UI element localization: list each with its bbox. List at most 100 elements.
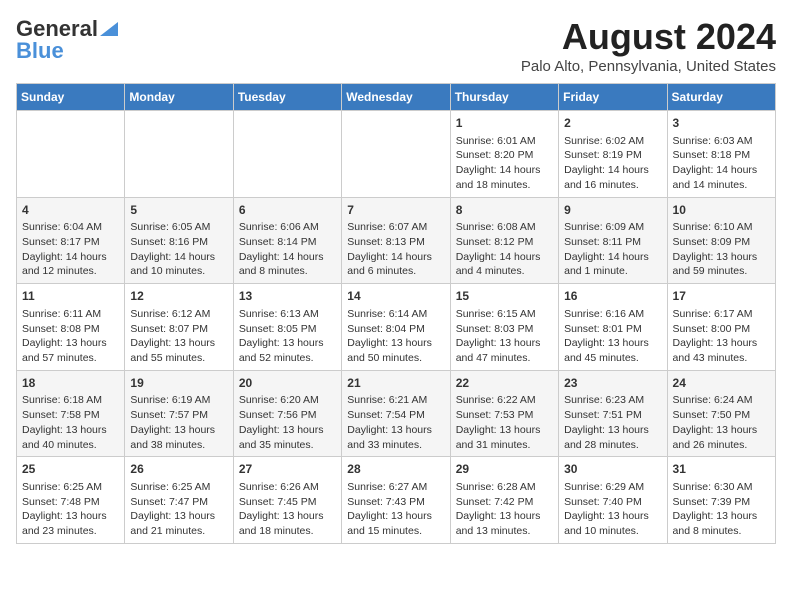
- cell-content-line: Daylight: 13 hours: [673, 423, 770, 438]
- calendar-cell: 26Sunrise: 6:25 AMSunset: 7:47 PMDayligh…: [125, 457, 233, 544]
- calendar-cell: [342, 111, 450, 198]
- cell-content-line: Sunrise: 6:12 AM: [130, 307, 227, 322]
- cell-content-line: Sunset: 8:07 PM: [130, 322, 227, 337]
- calendar-day-header: Wednesday: [342, 84, 450, 111]
- cell-content-line: Sunset: 7:45 PM: [239, 495, 336, 510]
- calendar-table: SundayMondayTuesdayWednesdayThursdayFrid…: [16, 83, 776, 544]
- day-number: 6: [239, 202, 336, 219]
- cell-content-line: Daylight: 13 hours: [456, 336, 553, 351]
- calendar-day-header: Saturday: [667, 84, 775, 111]
- calendar-day-header: Thursday: [450, 84, 558, 111]
- cell-content-line: Sunrise: 6:01 AM: [456, 134, 553, 149]
- cell-content-line: and 55 minutes.: [130, 351, 227, 366]
- cell-content-line: Sunset: 8:03 PM: [456, 322, 553, 337]
- cell-content-line: Daylight: 13 hours: [347, 509, 444, 524]
- cell-content-line: and 50 minutes.: [347, 351, 444, 366]
- cell-content-line: and 13 minutes.: [456, 524, 553, 539]
- cell-content-line: Sunset: 8:09 PM: [673, 235, 770, 250]
- calendar-cell: 11Sunrise: 6:11 AMSunset: 8:08 PMDayligh…: [17, 284, 125, 371]
- day-number: 3: [673, 115, 770, 132]
- cell-content-line: Sunrise: 6:25 AM: [130, 480, 227, 495]
- cell-content-line: and 47 minutes.: [456, 351, 553, 366]
- cell-content-line: Sunset: 8:00 PM: [673, 322, 770, 337]
- day-number: 20: [239, 375, 336, 392]
- cell-content-line: Sunset: 8:17 PM: [22, 235, 119, 250]
- cell-content-line: Daylight: 14 hours: [239, 250, 336, 265]
- cell-content-line: and 18 minutes.: [239, 524, 336, 539]
- day-number: 14: [347, 288, 444, 305]
- cell-content-line: Sunset: 7:54 PM: [347, 408, 444, 423]
- cell-content-line: and 57 minutes.: [22, 351, 119, 366]
- cell-content-line: Daylight: 13 hours: [564, 423, 661, 438]
- cell-content-line: Daylight: 13 hours: [22, 423, 119, 438]
- cell-content-line: and 18 minutes.: [456, 178, 553, 193]
- calendar-day-header: Sunday: [17, 84, 125, 111]
- cell-content-line: Sunset: 7:47 PM: [130, 495, 227, 510]
- cell-content-line: and 14 minutes.: [673, 178, 770, 193]
- cell-content-line: Daylight: 13 hours: [347, 423, 444, 438]
- day-number: 9: [564, 202, 661, 219]
- day-number: 10: [673, 202, 770, 219]
- cell-content-line: Sunrise: 6:14 AM: [347, 307, 444, 322]
- calendar-cell: 22Sunrise: 6:22 AMSunset: 7:53 PMDayligh…: [450, 370, 558, 457]
- calendar-day-header: Monday: [125, 84, 233, 111]
- calendar-cell: 7Sunrise: 6:07 AMSunset: 8:13 PMDaylight…: [342, 197, 450, 284]
- cell-content-line: and 8 minutes.: [239, 264, 336, 279]
- cell-content-line: Daylight: 13 hours: [239, 336, 336, 351]
- cell-content-line: Daylight: 13 hours: [456, 423, 553, 438]
- cell-content-line: and 31 minutes.: [456, 438, 553, 453]
- cell-content-line: Sunset: 8:08 PM: [22, 322, 119, 337]
- title-block: August 2024 Palo Alto, Pennsylvania, Uni…: [521, 16, 776, 75]
- cell-content-line: and 52 minutes.: [239, 351, 336, 366]
- cell-content-line: Sunset: 8:20 PM: [456, 148, 553, 163]
- day-number: 17: [673, 288, 770, 305]
- calendar-cell: 6Sunrise: 6:06 AMSunset: 8:14 PMDaylight…: [233, 197, 341, 284]
- cell-content-line: and 40 minutes.: [22, 438, 119, 453]
- day-number: 19: [130, 375, 227, 392]
- calendar-cell: 4Sunrise: 6:04 AMSunset: 8:17 PMDaylight…: [17, 197, 125, 284]
- cell-content-line: Sunrise: 6:22 AM: [456, 393, 553, 408]
- day-number: 7: [347, 202, 444, 219]
- cell-content-line: and 45 minutes.: [564, 351, 661, 366]
- cell-content-line: Sunrise: 6:26 AM: [239, 480, 336, 495]
- cell-content-line: and 35 minutes.: [239, 438, 336, 453]
- day-number: 15: [456, 288, 553, 305]
- calendar-week-row: 25Sunrise: 6:25 AMSunset: 7:48 PMDayligh…: [17, 457, 776, 544]
- day-number: 2: [564, 115, 661, 132]
- cell-content-line: Sunrise: 6:29 AM: [564, 480, 661, 495]
- cell-content-line: Sunrise: 6:03 AM: [673, 134, 770, 149]
- cell-content-line: Daylight: 13 hours: [130, 509, 227, 524]
- day-number: 5: [130, 202, 227, 219]
- cell-content-line: Sunset: 8:16 PM: [130, 235, 227, 250]
- cell-content-line: Sunrise: 6:23 AM: [564, 393, 661, 408]
- cell-content-line: and 8 minutes.: [673, 524, 770, 539]
- cell-content-line: and 43 minutes.: [673, 351, 770, 366]
- day-number: 4: [22, 202, 119, 219]
- calendar-cell: [233, 111, 341, 198]
- cell-content-line: and 1 minute.: [564, 264, 661, 279]
- cell-content-line: Sunset: 7:56 PM: [239, 408, 336, 423]
- cell-content-line: Sunrise: 6:16 AM: [564, 307, 661, 322]
- calendar-header-row: SundayMondayTuesdayWednesdayThursdayFrid…: [17, 84, 776, 111]
- cell-content-line: Sunset: 8:11 PM: [564, 235, 661, 250]
- cell-content-line: and 12 minutes.: [22, 264, 119, 279]
- logo-arrow-icon: [100, 18, 118, 41]
- cell-content-line: Daylight: 13 hours: [130, 423, 227, 438]
- calendar-cell: 19Sunrise: 6:19 AMSunset: 7:57 PMDayligh…: [125, 370, 233, 457]
- calendar-week-row: 18Sunrise: 6:18 AMSunset: 7:58 PMDayligh…: [17, 370, 776, 457]
- day-number: 1: [456, 115, 553, 132]
- cell-content-line: and 4 minutes.: [456, 264, 553, 279]
- cell-content-line: and 59 minutes.: [673, 264, 770, 279]
- calendar-cell: 23Sunrise: 6:23 AMSunset: 7:51 PMDayligh…: [559, 370, 667, 457]
- cell-content-line: Sunset: 8:14 PM: [239, 235, 336, 250]
- page-header: General Blue August 2024 Palo Alto, Penn…: [16, 16, 776, 75]
- cell-content-line: and 23 minutes.: [22, 524, 119, 539]
- logo-text-blue: Blue: [16, 38, 64, 64]
- calendar-cell: 12Sunrise: 6:12 AMSunset: 8:07 PMDayligh…: [125, 284, 233, 371]
- cell-content-line: Daylight: 14 hours: [673, 163, 770, 178]
- cell-content-line: Sunrise: 6:25 AM: [22, 480, 119, 495]
- cell-content-line: Daylight: 13 hours: [239, 509, 336, 524]
- calendar-cell: 29Sunrise: 6:28 AMSunset: 7:42 PMDayligh…: [450, 457, 558, 544]
- calendar-cell: 31Sunrise: 6:30 AMSunset: 7:39 PMDayligh…: [667, 457, 775, 544]
- calendar-cell: 24Sunrise: 6:24 AMSunset: 7:50 PMDayligh…: [667, 370, 775, 457]
